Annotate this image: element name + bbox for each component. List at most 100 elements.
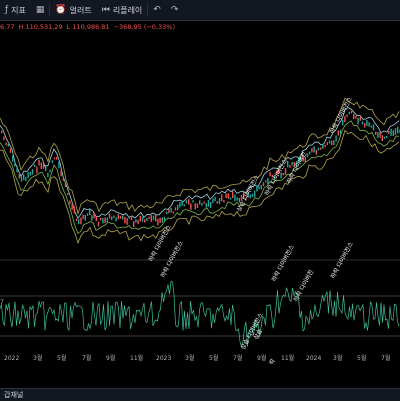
candle: [62, 178, 64, 181]
open-value: 6.77: [0, 23, 15, 31]
change-value: −368.95 (−0.33%): [113, 23, 175, 31]
candle: [251, 193, 254, 197]
candle: [45, 164, 47, 172]
function-icon: ƒ: [5, 5, 9, 15]
candle: [115, 217, 117, 222]
candle: [282, 172, 284, 176]
time-axis-tick: 5월: [57, 354, 66, 362]
replay-label: 리플레이: [112, 5, 143, 15]
indicators-button[interactable]: ƒ 지표: [0, 0, 31, 20]
candle: [128, 216, 130, 219]
time-axis-tick: 3월: [333, 354, 342, 362]
candle: [348, 111, 350, 115]
replay-button[interactable]: ⏮ 리플레이: [97, 0, 148, 20]
candle: [311, 148, 313, 153]
candle: [216, 201, 218, 204]
candle: [113, 215, 115, 218]
candle: [388, 130, 390, 134]
price-chart[interactable]: 7 하락 다이버전스 상승 다이버전스 하락 다이버전스 하락 다이버전 하락 …: [0, 34, 400, 364]
candle: [69, 200, 71, 205]
candle: [205, 203, 207, 208]
candle: [328, 140, 331, 144]
candle: [225, 193, 227, 198]
candle: [97, 221, 100, 227]
candle: [333, 140, 335, 145]
candle: [150, 215, 152, 222]
candle: [179, 202, 181, 208]
candle: [234, 194, 236, 202]
candle: [16, 165, 18, 173]
candle: [394, 128, 397, 135]
candle: [111, 216, 113, 220]
redo-button[interactable]: ↷: [166, 0, 184, 20]
candle: [58, 161, 60, 169]
candle: [381, 135, 383, 141]
candle: [181, 200, 183, 206]
candle: [344, 116, 346, 123]
high-value: H 110,531.29: [18, 23, 63, 31]
time-axis-tick: 11월: [130, 354, 143, 362]
candle: [141, 217, 144, 222]
time-axis-tick: 3월: [33, 354, 42, 362]
candle: [126, 217, 128, 225]
candle: [174, 207, 177, 211]
candle: [177, 204, 179, 211]
candle: [119, 215, 122, 219]
candle: [67, 192, 69, 195]
candle: [397, 126, 399, 134]
candle: [355, 116, 357, 119]
time-axis-tick: 2023: [156, 355, 171, 362]
candle: [18, 174, 20, 179]
candle: [64, 183, 67, 188]
candle: [207, 200, 210, 207]
candle: [40, 162, 42, 169]
candle: [137, 219, 139, 225]
divergence-label: 하락 다이버전: [292, 268, 316, 303]
candle: [212, 198, 214, 203]
oscillator-pane: 7: [0, 280, 400, 348]
candle: [309, 151, 311, 155]
candle: [60, 170, 62, 177]
candle: [124, 216, 126, 224]
candle: [3, 136, 5, 141]
low-value: L 110,986.81: [66, 23, 110, 31]
layout-templates-button[interactable]: ▦: [31, 0, 50, 20]
candle: [89, 208, 91, 215]
candle: [214, 197, 216, 202]
candle: [7, 143, 9, 147]
bottom-panel-bar[interactable]: 갑채널: [0, 388, 400, 401]
candle: [27, 172, 29, 178]
candle: [1, 130, 3, 134]
candle: [146, 217, 148, 222]
candle: [157, 218, 159, 226]
candle: [133, 221, 135, 227]
candle: [194, 203, 196, 210]
time-axis[interactable]: 2022 3월 5월 7월 9월 11월 2023 3월 5월 7월 9월 11…: [4, 354, 390, 362]
time-axis-tick: 7월: [233, 354, 242, 362]
candle: [9, 148, 12, 153]
alert-label: 얼러트: [69, 5, 92, 15]
candle: [139, 215, 141, 222]
candle: [372, 124, 375, 131]
candle: [78, 219, 80, 225]
candle: [284, 168, 287, 175]
alert-button[interactable]: ⏰ 얼러트: [50, 0, 96, 20]
rewind-icon: ⏮: [101, 5, 110, 15]
indicators-label: 지표: [11, 5, 26, 15]
candle: [331, 140, 333, 146]
candle: [386, 135, 388, 139]
undo-button[interactable]: ↶: [148, 0, 166, 20]
candle: [350, 110, 353, 114]
candle: [29, 171, 31, 176]
candle: [201, 203, 203, 206]
oscillator-line: [0, 280, 400, 348]
candle: [188, 198, 190, 205]
candle: [324, 144, 326, 148]
candle: [144, 219, 146, 223]
time-axis-tick: 11월: [281, 354, 294, 362]
candle: [190, 203, 192, 210]
candle: [12, 155, 14, 162]
candle: [53, 157, 56, 160]
candle: [383, 136, 386, 139]
candle: [265, 180, 267, 183]
